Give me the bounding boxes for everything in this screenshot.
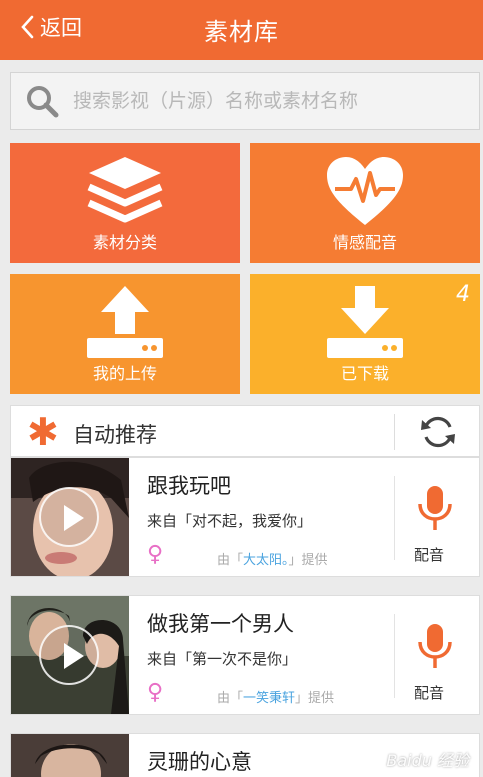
download-icon — [327, 286, 403, 358]
asterisk-icon: ✱ — [27, 410, 59, 454]
app-header: 返回 素材库 — [0, 0, 483, 60]
provider-name[interactable]: 大太阳。 — [243, 553, 289, 568]
female-icon: ♀ — [147, 542, 164, 567]
tile-label: 情感配音 — [332, 233, 397, 252]
layers-icon — [87, 157, 163, 223]
tile-label: 已下载 — [340, 364, 389, 383]
item-source: 来自「对不起，我爱你」 — [147, 512, 313, 530]
item-title: 做我第一个男人 — [147, 612, 294, 636]
list-item[interactable]: 跟我玩吧 来自「对不起，我爱你」 ♀ 由「大太阳。」提供 配音 — [10, 457, 480, 577]
watermark: Baidu 经验 — [386, 751, 469, 770]
tile-label: 我的上传 — [92, 364, 157, 383]
microphone-icon[interactable] — [415, 622, 455, 670]
play-icon[interactable] — [39, 625, 99, 685]
item-provider: 由「大太阳。」提供 — [217, 553, 328, 568]
search-input[interactable] — [73, 90, 463, 112]
dub-button-label[interactable]: 配音 — [414, 544, 444, 565]
video-thumbnail[interactable] — [11, 458, 129, 576]
tile-label: 素材分类 — [92, 233, 157, 252]
divider — [394, 614, 395, 698]
thumbnail-image — [11, 734, 129, 777]
refresh-icon[interactable] — [419, 414, 457, 450]
item-source: 来自「第一次不是你」 — [147, 650, 298, 668]
divider — [394, 476, 395, 560]
recommend-title: 自动推荐 — [73, 423, 157, 447]
microphone-icon[interactable] — [415, 484, 455, 532]
tile-downloaded[interactable]: 4 已下载 — [250, 274, 480, 394]
item-title: 跟我玩吧 — [147, 474, 231, 498]
tile-my-uploads[interactable]: 我的上传 — [10, 274, 240, 394]
list-item[interactable]: 做我第一个男人 来自「第一次不是你」 ♀ 由「一笑秉轩」提供 配音 — [10, 595, 480, 715]
search-icon — [27, 86, 59, 118]
recommend-header: ✱ 自动推荐 — [10, 405, 480, 457]
dub-button-label[interactable]: 配音 — [414, 682, 444, 703]
video-thumbnail[interactable] — [11, 596, 129, 714]
item-title: 灵珊的心意 — [147, 750, 252, 774]
play-icon[interactable] — [39, 487, 99, 547]
search-bar[interactable] — [10, 72, 480, 130]
tile-material-category[interactable]: 素材分类 — [10, 143, 240, 263]
item-provider: 由「一笑秉轩」提供 — [217, 691, 335, 706]
female-icon: ♀ — [147, 680, 164, 705]
video-thumbnail[interactable] — [11, 734, 129, 777]
provider-name[interactable]: 一笑秉轩 — [243, 691, 295, 706]
download-count-badge: 4 — [456, 282, 470, 307]
divider — [394, 414, 395, 450]
page-title: 素材库 — [204, 18, 279, 46]
upload-icon — [87, 286, 163, 358]
heart-pulse-icon — [327, 157, 403, 225]
tile-emotion-dub[interactable]: 情感配音 — [250, 143, 480, 263]
